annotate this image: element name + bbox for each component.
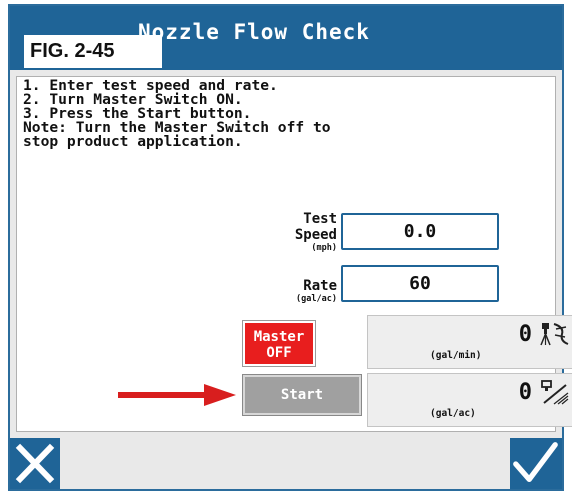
rate-input[interactable]: 60 (341, 265, 499, 302)
window-title: Nozzle Flow Check (138, 20, 370, 44)
cancel-button[interactable] (10, 438, 60, 489)
annotation-arrow (118, 384, 236, 406)
checkmark-icon (513, 442, 558, 483)
rate-label-text: Rate (303, 278, 337, 294)
master-state: OFF (266, 345, 292, 361)
nozzle-spray-icon (540, 323, 569, 346)
applied-rate-readout: 0 (gal/ac) (367, 373, 572, 427)
nozzle-area-icon (541, 380, 569, 405)
flow-rate-unit: (gal/min) (430, 350, 482, 361)
footer-bar (10, 438, 562, 489)
instruction-line: stop product application. (23, 133, 243, 150)
flow-rate-value: 0 (518, 322, 532, 347)
rate-unit: (gal/ac) (296, 294, 337, 304)
instructions: 1. Enter test speed and rate. 2. Turn Ma… (23, 78, 553, 150)
master-switch-button[interactable]: Master OFF (242, 320, 316, 367)
title-bar: Nozzle Flow Check FIG. 2-45 (10, 6, 562, 70)
flow-rate-readout: 0 (gal/min) (367, 315, 572, 369)
start-button[interactable]: Start (242, 374, 362, 416)
close-icon (15, 443, 55, 484)
master-label: Master (253, 329, 305, 345)
applied-rate-value: 0 (518, 380, 532, 405)
test-speed-label-line2: Speed (294, 227, 337, 243)
figure-label: FIG. 2-45 (24, 35, 162, 68)
content-panel: 1. Enter test speed and rate. 2. Turn Ma… (16, 76, 572, 432)
test-speed-label-line1: Test (303, 211, 337, 227)
test-speed-unit: (mph) (311, 243, 337, 253)
confirm-button[interactable] (510, 438, 562, 489)
nozzle-flow-check-window: Nozzle Flow Check FIG. 2-45 1. Enter tes… (8, 4, 572, 491)
applied-rate-unit: (gal/ac) (430, 408, 476, 419)
test-speed-input[interactable]: 0.0 (341, 213, 499, 250)
